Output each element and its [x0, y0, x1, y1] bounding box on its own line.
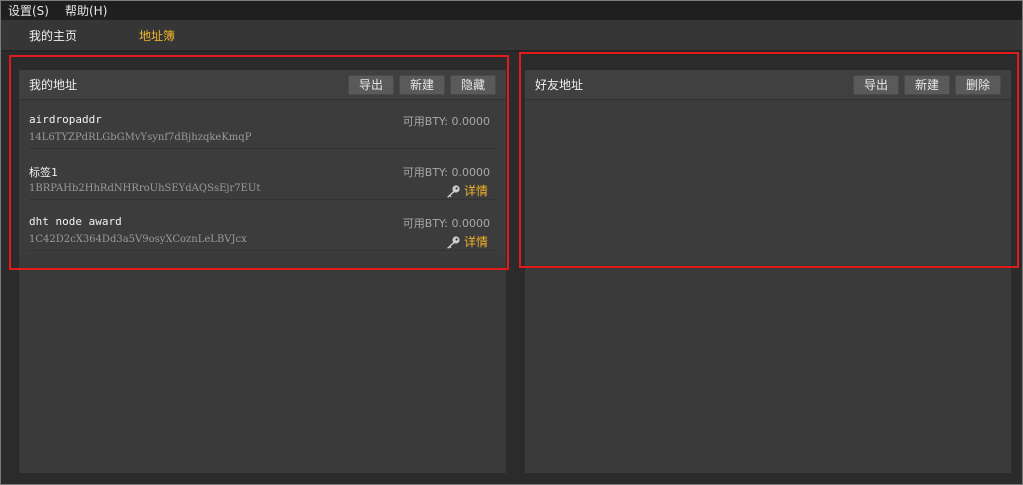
friend-addresses-header: 好友地址 导出 新建 删除: [525, 70, 1011, 100]
export-button[interactable]: 导出: [347, 74, 394, 95]
list-item[interactable]: dht node award 1C42D2cX364Dd3a5V9osyXCoz…: [29, 203, 496, 251]
export-button[interactable]: 导出: [852, 74, 899, 95]
tab-bar: 我的主页 地址簿: [1, 20, 1022, 50]
tab-home[interactable]: 我的主页: [29, 27, 77, 44]
my-addresses-header: 我的地址 导出 新建 隐藏: [19, 70, 506, 100]
detail-label: 详情: [463, 235, 488, 249]
address-value: 1BRPAHb2HhRdNHRroUhSEYdAQSsEjr7EUt: [29, 183, 261, 194]
detail-link[interactable]: 详情: [445, 182, 488, 199]
address-label: dht node award: [29, 215, 122, 228]
address-value: 1C42D2cX364Dd3a5V9osyXCoznLeLBVJcx: [29, 234, 247, 245]
key-icon: [446, 235, 460, 249]
balance-text: 可用BTY: 0.0000: [402, 115, 490, 128]
address-label: airdropaddr: [29, 113, 102, 126]
menu-help[interactable]: 帮助(H): [65, 2, 107, 19]
tab-addressbook[interactable]: 地址簿: [139, 27, 175, 44]
list-item[interactable]: airdropaddr 14L6TYZPdRLGbGMvYsynf7dBjhzq…: [29, 101, 496, 149]
my-addresses-panel: 我的地址 导出 新建 隐藏 airdropaddr 14L6TYZPdRLGbG…: [19, 70, 506, 255]
list-item[interactable]: 标签1 1BRPAHb2HhRdNHRroUhSEYdAQSsEjr7EUt 可…: [29, 152, 496, 200]
balance-text: 可用BTY: 0.0000: [402, 217, 490, 230]
menu-settings[interactable]: 设置(S): [8, 2, 49, 19]
divider: [1, 50, 1022, 52]
my-addresses-title: 我的地址: [29, 78, 78, 92]
friend-addresses-panel: 好友地址 导出 新建 删除: [525, 70, 1011, 265]
new-address-button[interactable]: 新建: [398, 74, 445, 95]
address-value: 14L6TYZPdRLGbGMvYsynf7dBjhzqkeKmqP: [29, 132, 252, 143]
delete-button[interactable]: 删除: [954, 74, 1001, 95]
balance-text: 可用BTY: 0.0000: [402, 166, 490, 179]
key-icon: [446, 184, 460, 198]
detail-link[interactable]: 详情: [445, 233, 488, 250]
menu-bar: 设置(S) 帮助(H): [1, 1, 1022, 20]
address-label: 标签1: [29, 166, 58, 179]
detail-label: 详情: [463, 184, 488, 198]
hide-button[interactable]: 隐藏: [449, 74, 496, 95]
friend-addresses-title: 好友地址: [535, 78, 584, 92]
new-friend-button[interactable]: 新建: [903, 74, 950, 95]
